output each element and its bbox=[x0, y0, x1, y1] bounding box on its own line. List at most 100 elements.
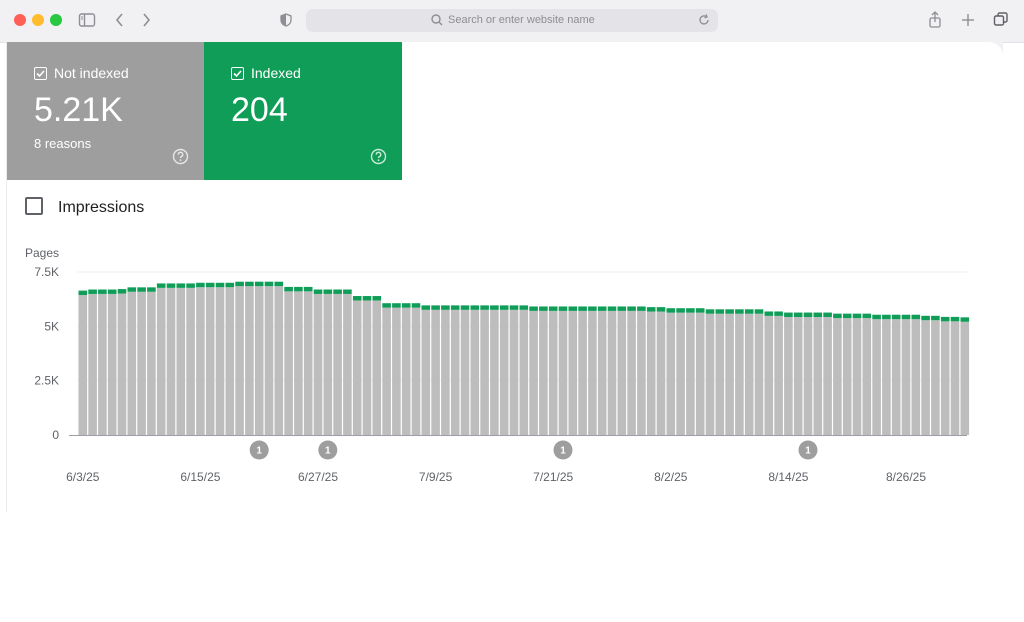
bar-indexed bbox=[186, 283, 195, 288]
bar-not-indexed bbox=[725, 313, 734, 435]
not-indexed-checkbox[interactable] bbox=[34, 67, 47, 80]
new-tab-icon[interactable] bbox=[961, 9, 975, 31]
bar-indexed bbox=[784, 312, 793, 317]
x-tick-label: 8/26/25 bbox=[886, 470, 926, 484]
bar-indexed bbox=[264, 281, 274, 287]
not-indexed-label: Not indexed bbox=[54, 65, 129, 81]
bar-indexed bbox=[460, 305, 470, 310]
bar-indexed bbox=[499, 305, 509, 310]
address-placeholder: Search or enter website name bbox=[448, 14, 595, 26]
sidebar-toggle-icon[interactable] bbox=[78, 9, 96, 31]
bar-indexed bbox=[940, 316, 950, 322]
bar-not-indexed bbox=[235, 286, 244, 435]
bar-not-indexed bbox=[156, 287, 166, 435]
minimize-window-button[interactable] bbox=[32, 14, 44, 26]
bar-not-indexed bbox=[921, 320, 930, 435]
bar-not-indexed bbox=[450, 309, 460, 435]
bar-indexed bbox=[196, 282, 205, 288]
bar-indexed bbox=[401, 303, 411, 308]
bar-not-indexed bbox=[313, 293, 323, 435]
reload-icon[interactable] bbox=[697, 13, 711, 27]
bar-not-indexed bbox=[254, 286, 264, 435]
bar-not-indexed bbox=[588, 310, 597, 435]
bar-not-indexed bbox=[656, 311, 666, 435]
bar-not-indexed bbox=[607, 310, 617, 435]
bar-not-indexed bbox=[372, 300, 382, 435]
bar-indexed bbox=[431, 305, 440, 310]
bar-indexed bbox=[774, 311, 783, 316]
x-tick-label: 6/3/25 bbox=[66, 470, 100, 484]
bar-not-indexed bbox=[470, 309, 480, 435]
bar-not-indexed bbox=[578, 310, 587, 435]
y-tick-label: 7.5K bbox=[34, 265, 59, 279]
bar-not-indexed bbox=[294, 291, 303, 435]
x-tick-label: 8/2/25 bbox=[654, 470, 688, 484]
bar-not-indexed bbox=[519, 309, 529, 435]
close-window-button[interactable] bbox=[14, 14, 26, 26]
bar-indexed bbox=[705, 309, 715, 314]
bar-indexed bbox=[813, 312, 823, 317]
bar-indexed bbox=[215, 282, 225, 288]
bar-indexed bbox=[950, 316, 960, 322]
bar-indexed bbox=[666, 308, 676, 313]
bar-indexed bbox=[901, 314, 911, 320]
bar-not-indexed bbox=[597, 310, 607, 435]
bar-indexed bbox=[137, 287, 146, 292]
bar-indexed bbox=[735, 309, 744, 314]
bar-indexed bbox=[529, 306, 538, 311]
bar-not-indexed bbox=[744, 313, 754, 435]
bar-not-indexed bbox=[137, 291, 146, 435]
bar-indexed bbox=[421, 305, 431, 310]
share-icon[interactable] bbox=[928, 9, 942, 31]
bar-not-indexed bbox=[813, 316, 823, 435]
x-tick-label: 7/21/25 bbox=[533, 470, 573, 484]
bar-not-indexed bbox=[872, 319, 881, 435]
bar-not-indexed bbox=[960, 321, 970, 435]
bar-not-indexed bbox=[303, 291, 313, 435]
bar-indexed bbox=[872, 314, 881, 320]
indexed-checkbox[interactable] bbox=[231, 67, 244, 80]
bar-indexed bbox=[715, 309, 725, 314]
page-content: Not indexed 5.21K 8 reasons Indexed 204 … bbox=[6, 42, 1003, 512]
bar-not-indexed bbox=[568, 310, 578, 435]
bar-not-indexed bbox=[196, 287, 205, 435]
bar-not-indexed bbox=[509, 309, 519, 435]
bar-not-indexed bbox=[833, 318, 842, 435]
address-bar[interactable]: Search or enter website name bbox=[306, 9, 718, 32]
x-tick-label: 7/9/25 bbox=[419, 470, 453, 484]
forward-icon[interactable] bbox=[140, 9, 152, 31]
bar-not-indexed bbox=[627, 310, 636, 435]
bar-not-indexed bbox=[382, 307, 391, 435]
back-icon[interactable] bbox=[114, 9, 126, 31]
bar-not-indexed bbox=[362, 300, 372, 435]
bar-indexed bbox=[107, 289, 117, 294]
x-tick-label: 8/14/25 bbox=[768, 470, 808, 484]
bar-not-indexed bbox=[852, 318, 862, 435]
bar-not-indexed bbox=[558, 310, 568, 435]
bar-indexed bbox=[176, 283, 186, 288]
bar-not-indexed bbox=[490, 309, 499, 435]
bar-not-indexed bbox=[186, 287, 195, 435]
bar-not-indexed bbox=[705, 313, 715, 435]
bar-indexed bbox=[911, 314, 921, 320]
zoom-window-button[interactable] bbox=[50, 14, 62, 26]
bar-indexed bbox=[392, 303, 401, 308]
bar-not-indexed bbox=[784, 316, 793, 435]
bar-indexed bbox=[166, 283, 176, 288]
bar-not-indexed bbox=[343, 293, 352, 435]
bar-not-indexed bbox=[107, 293, 117, 435]
bar-indexed bbox=[519, 305, 529, 310]
bar-indexed bbox=[607, 306, 617, 311]
bar-indexed bbox=[372, 296, 382, 301]
bar-indexed bbox=[343, 289, 352, 294]
bar-indexed bbox=[450, 305, 460, 310]
bar-not-indexed bbox=[147, 291, 156, 435]
bar-indexed bbox=[617, 306, 627, 311]
bar-indexed bbox=[303, 286, 313, 292]
bar-indexed bbox=[891, 314, 901, 320]
privacy-shield-icon[interactable] bbox=[279, 9, 293, 31]
indexed-label: Indexed bbox=[251, 65, 301, 81]
tab-overview-icon[interactable] bbox=[993, 9, 1009, 31]
bar-not-indexed bbox=[392, 307, 401, 435]
bar-indexed bbox=[548, 306, 558, 311]
